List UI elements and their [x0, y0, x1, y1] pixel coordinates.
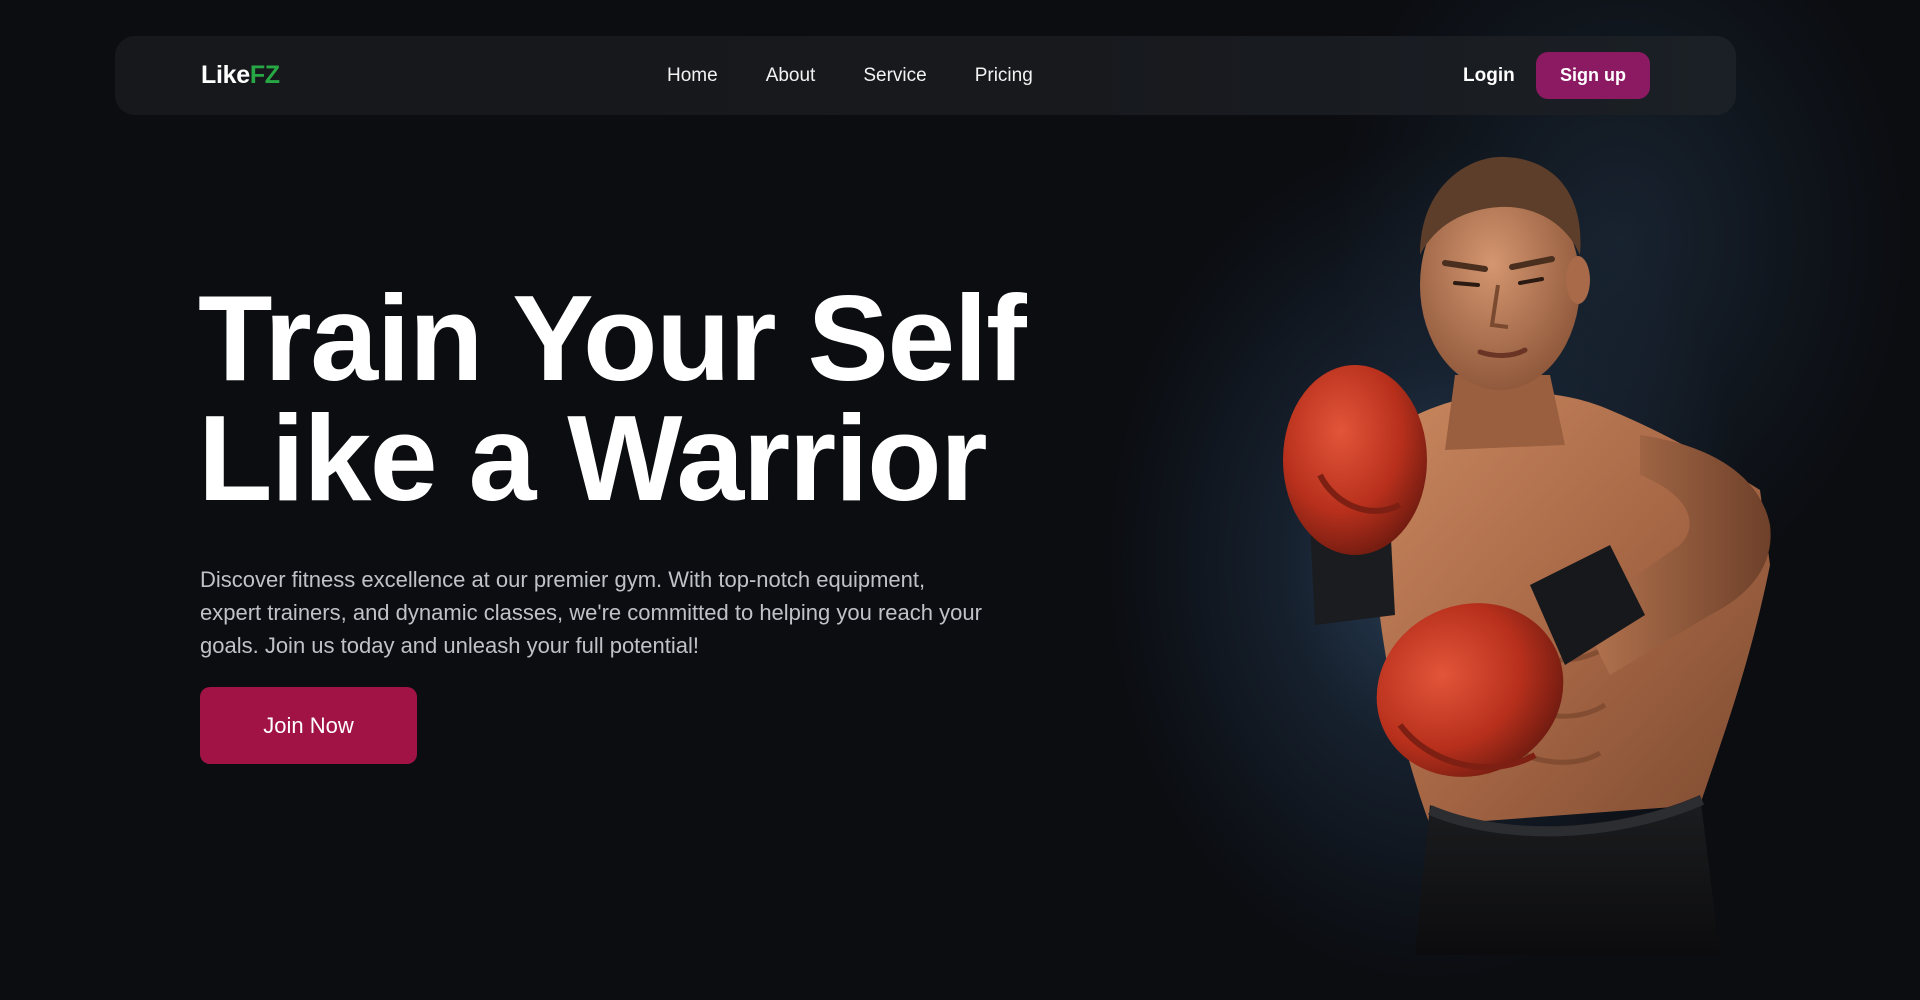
logo-text-fz: FZ — [249, 61, 280, 89]
top-navbar: LikeFZ Home About Service Pricing Login … — [115, 36, 1736, 115]
nav-link-about[interactable]: About — [766, 65, 816, 87]
hero-description-line-2: expert trainers, and dynamic classes, we… — [200, 600, 982, 625]
logo-text-like: Like — [201, 61, 250, 89]
boxer-left-glove — [1283, 365, 1427, 555]
hero-description: Discover fitness excellence at our premi… — [200, 563, 1060, 662]
brand-logo[interactable]: LikeFZ — [201, 36, 280, 115]
join-now-button[interactable]: Join Now — [200, 687, 417, 764]
nav-link-home[interactable]: Home — [667, 65, 718, 87]
nav-link-service[interactable]: Service — [863, 65, 926, 87]
hero-title-line-2: Like a Warrior — [198, 390, 988, 526]
signup-button[interactable]: Sign up — [1536, 52, 1650, 99]
hero-title: Train Your Self Like a Warrior — [198, 270, 1027, 526]
hero-title-line-1: Train Your Self — [198, 270, 1027, 406]
boxer-illustration — [1283, 156, 1771, 955]
nav-links: Home About Service Pricing — [667, 36, 1033, 115]
nav-link-pricing[interactable]: Pricing — [975, 65, 1033, 87]
hero-description-line-3: goals. Join us today and unleash your fu… — [200, 633, 699, 658]
hero-description-line-1: Discover fitness excellence at our premi… — [200, 567, 926, 592]
boxer-ear — [1566, 256, 1590, 304]
login-link[interactable]: Login — [1463, 36, 1515, 115]
landing-page: LikeFZ Home About Service Pricing Login … — [0, 0, 1920, 1000]
boxer-hero-image — [1280, 145, 1800, 955]
